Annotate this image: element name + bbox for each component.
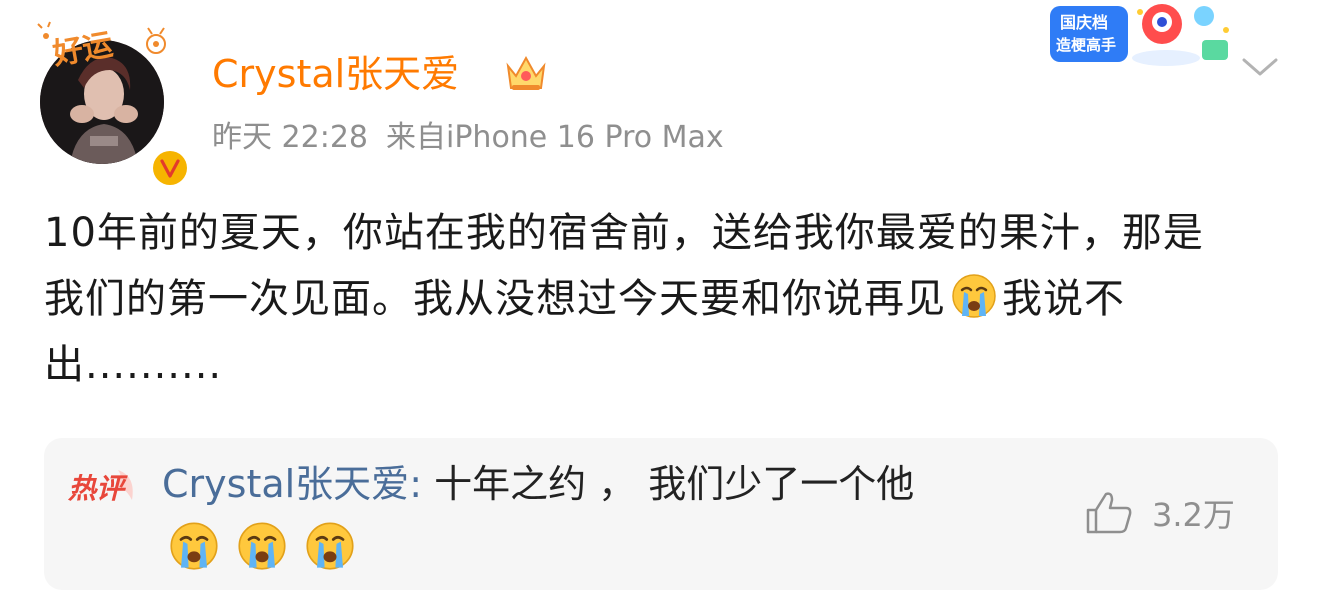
crying-emoji-icon bbox=[170, 522, 218, 570]
crying-emoji-icon bbox=[306, 522, 354, 570]
verified-badge bbox=[150, 148, 190, 188]
post-content: 10年前的夏天，你站在我的宿舍前，送给我你最爱的果汁，那是我们的第一次见面。我从… bbox=[44, 200, 1244, 398]
chevron-down-icon[interactable] bbox=[1240, 54, 1280, 80]
like-button[interactable]: 3.2万 bbox=[1084, 490, 1235, 536]
comment-author[interactable]: Crystal张天爱 bbox=[162, 462, 409, 506]
lucky-decoration-icon: 好运 bbox=[37, 21, 166, 72]
svg-text:好运: 好运 bbox=[49, 27, 115, 72]
thumbs-up-icon[interactable] bbox=[1084, 490, 1134, 536]
svg-text:热评: 热评 bbox=[67, 472, 128, 505]
post-time: 昨天 22:28 bbox=[212, 120, 368, 155]
crying-emoji-icon bbox=[952, 274, 996, 318]
author-name[interactable]: Crystal张天爱 bbox=[212, 50, 459, 98]
comment-text: 十年之约 ， 我们少了一个他 bbox=[422, 462, 915, 506]
post-source[interactable]: 来自iPhone 16 Pro Max bbox=[386, 120, 724, 155]
promo-badge[interactable]: 国庆档 造梗高手 bbox=[1044, 0, 1240, 80]
like-count: 3.2万 bbox=[1152, 496, 1235, 534]
comment-colon: : bbox=[409, 462, 422, 506]
svg-text:造梗高手: 造梗高手 bbox=[1056, 36, 1116, 54]
comment-line: Crystal张天爱: 十年之约 ， 我们少了一个他 bbox=[162, 460, 914, 508]
comment-emoji-row bbox=[168, 520, 356, 572]
svg-text:国庆档: 国庆档 bbox=[1060, 13, 1108, 32]
hot-comment[interactable]: 热评 Crystal张天爱: 十年之约 ， 我们少了一个他 3.2万 bbox=[44, 438, 1278, 590]
post-meta: 昨天 22:28 来自iPhone 16 Pro Max bbox=[212, 118, 742, 158]
crying-emoji-icon bbox=[238, 522, 286, 570]
verified-badge-icon bbox=[160, 159, 180, 178]
crown-icon bbox=[506, 55, 546, 90]
hot-comment-label: 热评 bbox=[67, 470, 133, 505]
